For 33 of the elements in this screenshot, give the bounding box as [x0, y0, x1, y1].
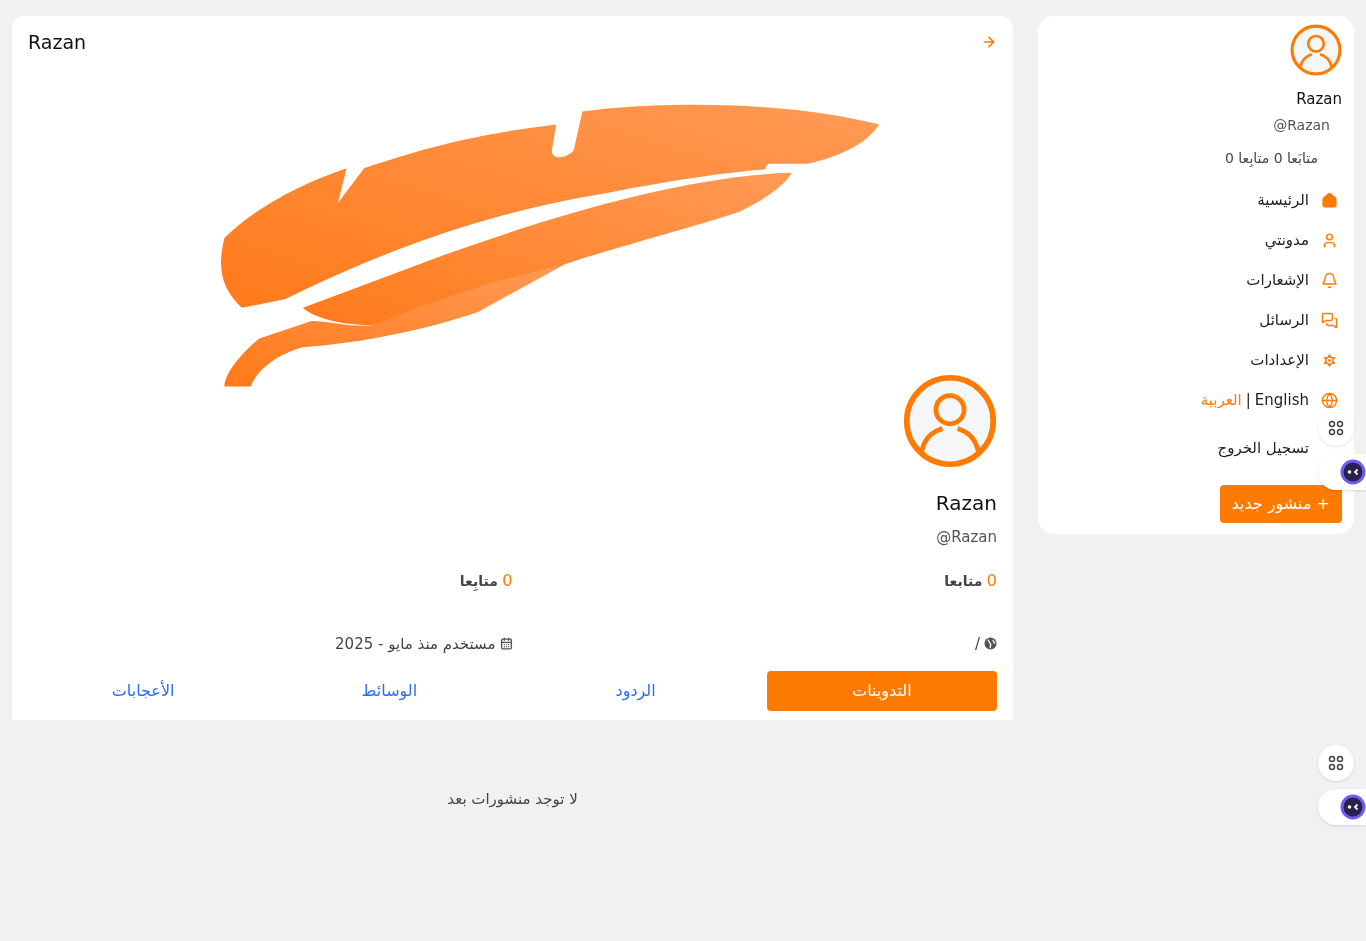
chat-icon	[1321, 312, 1338, 329]
joined-date: مستخدم منذ مايو - 2025	[335, 633, 496, 655]
apps-button[interactable]	[1318, 745, 1354, 781]
calendar-icon	[499, 637, 513, 651]
user-name: Razan	[1296, 89, 1342, 110]
globe-icon	[1321, 392, 1338, 409]
nav-item[interactable]: الإشعارات	[1200, 260, 1338, 301]
website-text: /	[974, 633, 980, 655]
avatar-icon	[1290, 24, 1342, 76]
globe-icon	[984, 637, 997, 651]
nav-item[interactable]: الرئيسية	[1200, 180, 1338, 221]
nav-item[interactable]: مدونتي	[1200, 220, 1338, 261]
user-icon	[1321, 232, 1338, 249]
separator-text: |	[1245, 390, 1251, 412]
nav-item[interactable]: الرسائل	[1200, 300, 1338, 341]
language-option[interactable]: English	[1254, 389, 1309, 412]
nav-item[interactable]: الإعدادات	[1200, 340, 1338, 381]
assistant-button[interactable]	[1318, 454, 1366, 490]
header-title: Razan	[28, 29, 87, 55]
bot-icon	[1340, 459, 1366, 485]
settings-icon	[1321, 352, 1338, 369]
user-handle: @Razan	[1273, 115, 1330, 135]
empty-message: لا توجد منشورات بعد	[446, 789, 579, 810]
bell-icon	[1321, 272, 1338, 289]
profile-name: Razan	[935, 490, 997, 517]
assistant-button[interactable]	[1318, 789, 1366, 825]
grid-icon	[1328, 755, 1344, 771]
nav-item[interactable]: تسجيل الخروج	[1200, 428, 1309, 469]
profile-handle: @Razan	[936, 527, 997, 548]
home-icon	[1321, 192, 1338, 209]
bot-icon	[1340, 794, 1366, 820]
follow-counts: متابَعا 0 متابِعا 0	[1225, 148, 1318, 169]
grid-icon	[1328, 420, 1344, 436]
